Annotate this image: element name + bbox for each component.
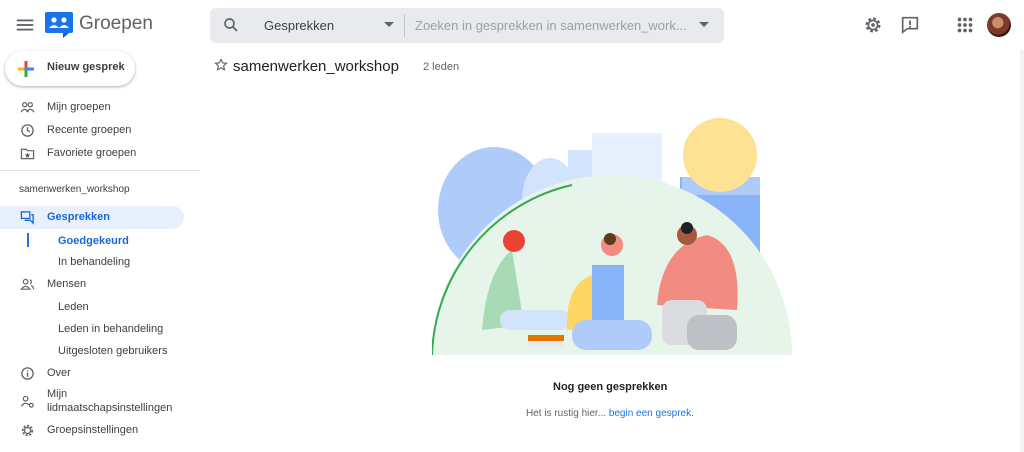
sidebar-item-label: Mijn groepen — [47, 101, 111, 113]
gear-icon[interactable] — [862, 14, 884, 36]
sidebar-item-recent-groups[interactable]: Recente groepen — [0, 119, 200, 141]
sidebar-item-pending-members[interactable]: Leden in behandeling — [0, 318, 200, 340]
sidebar-item-members[interactable]: Leden — [0, 296, 200, 318]
star-icon[interactable] — [214, 58, 228, 72]
groups-logo-icon[interactable] — [45, 12, 73, 38]
sidebar-item-membership-settings[interactable]: Mijn lidmaatschapsinstellingen — [0, 384, 200, 416]
sidebar-group-name: samenwerken_workshop — [19, 184, 130, 195]
plus-icon — [18, 61, 34, 77]
sidebar-item-label: Leden in behandeling — [58, 323, 164, 335]
sidebar-item-approved[interactable]: Goedgekeurd — [0, 230, 200, 252]
sidebar-item-label: Recente groepen — [47, 124, 132, 136]
app-title[interactable]: Groepen — [79, 13, 153, 35]
gear-icon — [21, 424, 34, 437]
info-icon — [21, 367, 34, 380]
sidebar-divider — [0, 170, 200, 171]
clock-icon — [21, 124, 34, 137]
sidebar-item-banned-users[interactable]: Uitgesloten gebruikers — [0, 340, 200, 362]
people-icon — [20, 278, 35, 290]
sidebar-item-label: Over — [47, 367, 71, 379]
sidebar-item-label: Mensen — [47, 278, 87, 290]
apps-grid-icon[interactable] — [954, 14, 976, 36]
sidebar-item-label: Favoriete groepen — [47, 147, 137, 159]
menu-icon[interactable] — [14, 14, 36, 36]
star-folder-icon — [20, 148, 35, 160]
scope-caret-icon[interactable] — [384, 22, 394, 27]
sidebar-item-favorite-groups[interactable]: Favoriete groepen — [0, 142, 200, 164]
sidebar-item-about[interactable]: Over — [0, 362, 200, 384]
empty-state-message: Het is rustig hier... begin een gesprek. — [526, 408, 694, 419]
member-count[interactable]: 2 leden — [423, 61, 459, 73]
search-input[interactable]: Zoeken in gesprekken in samenwerken_work… — [415, 18, 687, 33]
sidebar-item-people[interactable]: Mensen — [0, 273, 200, 295]
search-options-caret-icon[interactable] — [699, 22, 709, 27]
sidebar-item-pending[interactable]: In behandeling — [0, 251, 200, 273]
search-bar: Gesprekken Zoeken in gesprekken in samen… — [210, 8, 724, 43]
sidebar-item-label: Leden — [58, 301, 89, 313]
top-bar: Groepen Gesprekken Zoeken in gesprekken … — [0, 0, 1024, 50]
new-conversation-button[interactable]: Nieuw gesprek — [5, 51, 135, 86]
new-conversation-label: Nieuw gesprek — [47, 61, 125, 73]
sidebar-item-label: Gesprekken — [47, 211, 110, 223]
avatar[interactable] — [987, 13, 1011, 37]
search-icon[interactable] — [222, 16, 240, 34]
sidebar-item-conversations[interactable]: Gesprekken — [0, 206, 200, 228]
person-settings-icon — [20, 395, 34, 408]
sidebar-item-my-groups[interactable]: Mijn groepen — [0, 96, 200, 118]
conversations-icon — [20, 211, 34, 225]
page-title: samenwerken_workshop — [233, 58, 399, 75]
empty-state-text: Het is rustig hier... — [526, 408, 607, 419]
groups-icon — [20, 102, 35, 113]
sidebar-item-label: Goedgekeurd — [58, 235, 129, 247]
sidebar-item-group-settings[interactable]: Groepsinstellingen — [0, 419, 200, 441]
sidebar-item-label: Groepsinstellingen — [47, 424, 139, 436]
search-divider — [404, 14, 405, 37]
sidebar-item-label: lidmaatschapsinstellingen — [47, 402, 173, 414]
empty-state-illustration — [432, 118, 792, 356]
sidebar-item-label: Uitgesloten gebruikers — [58, 345, 168, 357]
empty-state-title: Nog geen gesprekken — [553, 381, 668, 393]
search-scope-select[interactable]: Gesprekken — [264, 18, 334, 33]
sidebar-item-label: Mijn — [47, 388, 68, 400]
scrollbar-track[interactable] — [1020, 50, 1024, 452]
feedback-icon[interactable] — [899, 14, 921, 36]
sidebar-item-label: In behandeling — [58, 256, 131, 268]
start-conversation-link[interactable]: begin een gesprek. — [609, 408, 694, 419]
